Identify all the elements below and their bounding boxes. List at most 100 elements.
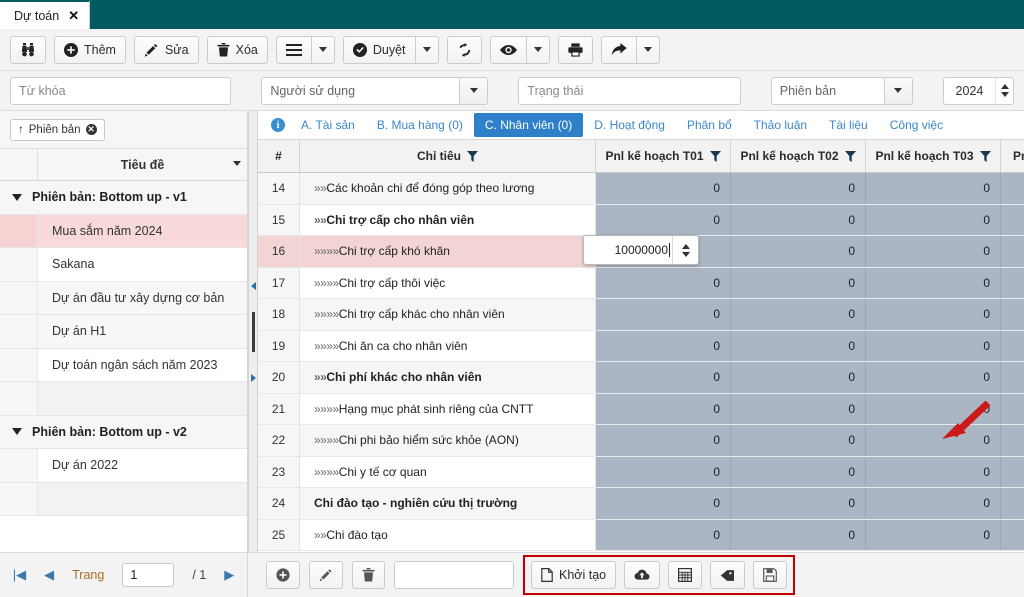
cell-t01[interactable]: 0 xyxy=(596,267,731,298)
list-item[interactable]: Dự án đầu tư xây dựng cơ bản xyxy=(0,281,247,315)
table-button[interactable] xyxy=(668,561,703,589)
chevron-down-icon[interactable] xyxy=(459,77,488,104)
tab-tai-lieu[interactable]: Tài liệu xyxy=(818,111,879,139)
collapse-triangle-icon[interactable] xyxy=(12,193,22,201)
table-row[interactable]: 22 »»»» Chi phi bảo hiểm sức khỏe (AON) 0… xyxy=(258,425,1024,457)
table-row[interactable]: 21 »»»» Hạng mục phát sinh riêng của CNTT… xyxy=(258,393,1024,425)
next-page-icon[interactable]: ▶ xyxy=(224,567,234,583)
filter-funnel-icon[interactable] xyxy=(979,150,991,162)
panel-splitter[interactable] xyxy=(248,111,258,552)
year-stepper-buttons[interactable] xyxy=(995,77,1013,104)
tab-thao-luan[interactable]: Thảo luận xyxy=(743,111,818,139)
hamburger-menu-button[interactable] xyxy=(275,35,311,64)
list-item[interactable]: Mua sắm năm 2024 xyxy=(0,214,247,248)
cell-t01[interactable]: 0 xyxy=(596,299,731,330)
cell-t02[interactable]: 0 xyxy=(731,299,866,330)
cell-t04[interactable] xyxy=(1001,330,1024,361)
view-dropdown-button[interactable] xyxy=(525,35,550,64)
cell-t02[interactable]: 0 xyxy=(731,173,866,204)
filter-funnel-icon[interactable] xyxy=(709,150,721,162)
cell-t03[interactable]: 0 xyxy=(866,173,1001,204)
cell-t01[interactable]: 0 xyxy=(596,488,731,519)
table-row[interactable]: 15 »» Chi trợ cấp cho nhân viên 0 0 0 xyxy=(258,204,1024,236)
document-tab-du-toan[interactable]: Dự toán ✕ xyxy=(0,0,91,29)
table-row[interactable]: 17 »»»» Chi trợ cấp thôi việc 0 0 0 xyxy=(258,267,1024,299)
group-chip-phien-ban[interactable]: ↑ Phiên bản ✕ xyxy=(10,118,105,141)
table-row[interactable]: 25 »» Chi đào tạo 0 0 0 xyxy=(258,519,1024,551)
chevron-down-icon[interactable] xyxy=(681,251,690,257)
column-header-t01[interactable]: Pnl kế hoạch T01 xyxy=(596,140,731,172)
add-button[interactable]: Thêm xyxy=(54,35,126,64)
create-button[interactable]: Khởi tạo xyxy=(531,561,617,589)
cell-t03[interactable]: 0 xyxy=(866,299,1001,330)
tab-cong-viec[interactable]: Công việc xyxy=(879,111,954,139)
cell-t03[interactable]: 0 xyxy=(866,267,1001,298)
cell-t03[interactable]: 0 xyxy=(866,456,1001,487)
collapse-triangle-icon[interactable] xyxy=(12,428,22,436)
cell-t04[interactable] xyxy=(1001,456,1024,487)
list-item[interactable]: Sakana xyxy=(0,248,247,282)
column-header-chi-tieu[interactable]: Chỉ tiêu xyxy=(300,140,596,172)
chevron-up-icon[interactable] xyxy=(1000,84,1009,89)
upload-button[interactable] xyxy=(624,561,661,589)
cell-t02[interactable]: 0 xyxy=(731,267,866,298)
cell-t04[interactable] xyxy=(1001,173,1024,204)
table-row[interactable]: 19 »»»» Chi ăn ca cho nhân viên 0 0 0 xyxy=(258,330,1024,362)
print-button[interactable] xyxy=(557,35,593,64)
cell-t03[interactable]: 0 xyxy=(866,488,1001,519)
cell-t01[interactable]: 0 xyxy=(596,173,731,204)
delete-record-button[interactable] xyxy=(352,561,385,589)
cell-t02[interactable]: 0 xyxy=(731,330,866,361)
menu-dropdown-button[interactable] xyxy=(310,35,335,64)
list-item[interactable]: Dự toán ngân sách năm 2023 xyxy=(0,348,247,382)
status-input[interactable]: Trạng thái xyxy=(518,76,741,105)
column-header-number[interactable]: # xyxy=(258,140,300,172)
cell-t03[interactable]: 0 xyxy=(866,425,1001,456)
close-icon[interactable]: ✕ xyxy=(68,9,79,22)
table-row[interactable]: 20 »» Chi phí khác cho nhân viên 0 0 0 xyxy=(258,362,1024,394)
user-select[interactable]: Người sử dụng xyxy=(261,76,489,105)
collapse-right-icon[interactable] xyxy=(250,373,256,382)
cell-t04[interactable] xyxy=(1001,393,1024,424)
tag-button[interactable] xyxy=(710,561,746,589)
edit-record-button[interactable] xyxy=(309,561,343,589)
share-button[interactable] xyxy=(600,35,636,64)
version-select[interactable]: Phiên bản xyxy=(770,76,913,105)
cell-t04[interactable] xyxy=(1001,425,1024,456)
delete-button[interactable]: Xóa xyxy=(206,35,268,64)
cell-t04[interactable] xyxy=(1001,362,1024,393)
list-item[interactable]: Dự án H1 xyxy=(0,315,247,349)
cell-t03[interactable]: 0 xyxy=(866,204,1001,235)
grid-body[interactable]: 14 »» Các khoản chi để đóng góp theo lươn… xyxy=(258,173,1024,552)
record-text-input[interactable] xyxy=(394,561,514,589)
cell-t02[interactable]: 0 xyxy=(731,393,866,424)
chevron-down-icon[interactable] xyxy=(883,77,912,104)
chevron-down-icon[interactable] xyxy=(1000,92,1009,97)
cell-t03[interactable]: 0 xyxy=(866,519,1001,550)
table-row[interactable]: 23 »»»» Chi y tế cơ quan 0 0 0 xyxy=(258,456,1024,488)
cell-t01[interactable]: 0 xyxy=(596,362,731,393)
list-item[interactable]: Dự án 2022 xyxy=(0,449,247,483)
version-group-row[interactable]: Phiên bản: Bottom up - v2 xyxy=(0,415,247,449)
refresh-button[interactable] xyxy=(446,35,482,64)
filter-funnel-icon[interactable] xyxy=(844,150,856,162)
cell-t02[interactable]: 0 xyxy=(731,456,866,487)
version-list-header-title[interactable]: Tiêu đề xyxy=(38,149,247,180)
cell-t01[interactable]: 0 xyxy=(596,425,731,456)
cell-t03[interactable]: 0 xyxy=(866,236,1001,267)
cell-t02[interactable]: 0 xyxy=(731,488,866,519)
search-input[interactable]: Từ khóa xyxy=(10,76,232,105)
tab-c-nhan-vien[interactable]: C. Nhân viên (0) xyxy=(473,113,584,137)
share-dropdown-button[interactable] xyxy=(635,35,660,64)
binoculars-search-button[interactable] xyxy=(10,35,46,64)
splitter-handle[interactable] xyxy=(251,311,255,352)
cell-t01[interactable]: 0 xyxy=(596,519,731,550)
cell-t01[interactable]: 0 xyxy=(596,393,731,424)
view-button[interactable] xyxy=(489,35,526,64)
cell-t02[interactable]: 0 xyxy=(731,204,866,235)
tab-b-mua-hang[interactable]: B. Mua hàng (0) xyxy=(366,111,474,139)
cell-t03[interactable]: 0 xyxy=(866,330,1001,361)
table-row[interactable]: 14 »» Các khoản chi để đóng góp theo lươn… xyxy=(258,173,1024,205)
chevron-up-icon[interactable] xyxy=(681,243,690,249)
cell-t02[interactable]: 0 xyxy=(731,519,866,550)
